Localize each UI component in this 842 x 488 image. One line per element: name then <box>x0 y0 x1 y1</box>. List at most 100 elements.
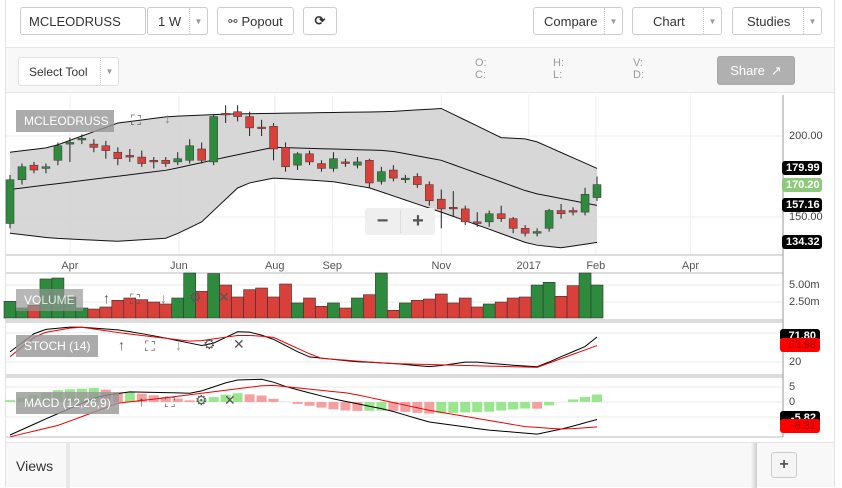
macd-histogram-bar <box>592 395 602 402</box>
arrow-down-icon[interactable]: ↓ <box>160 290 167 306</box>
maximize-icon[interactable]: ⛶ <box>145 338 155 355</box>
macd-pane-label: MACD (12,26,9) <box>16 392 119 414</box>
candle-body <box>210 117 218 162</box>
middle-band-tag: 157.16 <box>782 198 822 212</box>
volume-bar <box>351 298 363 318</box>
zoom-out-button[interactable]: − <box>365 210 400 233</box>
arrow-up-icon[interactable]: ↑ <box>103 290 110 306</box>
candle-body <box>246 117 254 128</box>
volume-bar <box>387 310 399 318</box>
add-view-button[interactable]: + <box>771 452 797 478</box>
maximize-icon[interactable]: ⛶ <box>131 112 141 129</box>
candle-body <box>557 211 565 214</box>
macd-histogram-bar <box>328 402 338 409</box>
arrow-up-icon[interactable]: ↑ <box>118 337 125 353</box>
candle-body <box>545 211 553 229</box>
close-icon[interactable]: ✕ <box>218 289 230 306</box>
x-axis-label: Nov <box>431 260 451 272</box>
zoom-in-button[interactable]: + <box>400 210 435 233</box>
main-pane-label: MCLEODRUSS <box>16 110 114 132</box>
candle-body <box>521 228 529 233</box>
macd-histogram-bar <box>185 400 195 402</box>
candle-body <box>389 170 397 178</box>
volume-bar <box>495 302 507 318</box>
candle-body <box>413 177 421 185</box>
candle-body <box>198 149 206 160</box>
views-divider <box>751 443 757 488</box>
volume-bar <box>112 300 124 318</box>
macd-tick: 0 <box>789 396 795 408</box>
candle-body <box>78 138 86 140</box>
volume-pane-label: VOLUME <box>16 289 83 311</box>
macd-histogram-bar <box>520 402 530 409</box>
macd-tick: 5 <box>789 381 795 393</box>
candle-body <box>569 211 577 213</box>
candle-body <box>329 159 337 169</box>
close-icon[interactable]: ✕ <box>224 392 236 409</box>
volume-bar <box>531 285 543 318</box>
views-label[interactable]: Views <box>16 458 53 474</box>
macd-histogram-bar <box>544 402 554 405</box>
candle-body <box>30 165 38 170</box>
candle-body <box>401 178 409 180</box>
price-tick: 200.00 <box>789 130 823 142</box>
volume-bar <box>459 298 471 318</box>
volume-bar <box>292 303 304 318</box>
volume-bar <box>411 300 423 318</box>
candle-body <box>485 214 493 222</box>
volume-bar <box>447 303 459 318</box>
macd-histogram-bar <box>293 402 303 404</box>
volume-bar <box>88 309 100 318</box>
signal-tag: -8.31 <box>780 419 820 433</box>
macd-histogram-bar <box>460 402 470 413</box>
volume-bar <box>268 297 280 318</box>
candle-body <box>270 126 278 149</box>
x-axis-label: Feb <box>586 260 605 272</box>
candle-body <box>66 142 74 144</box>
macd-histogram-bar <box>5 400 15 402</box>
arrow-down-icon[interactable]: ↓ <box>164 110 171 126</box>
maximize-icon[interactable]: ⛶ <box>130 291 140 308</box>
candle-body <box>353 162 361 165</box>
macd-histogram-bar <box>245 394 255 402</box>
last-price-tag: 170.20 <box>782 178 822 192</box>
volume-bar <box>339 308 351 318</box>
candle-body <box>174 159 182 162</box>
candle-body <box>186 146 194 161</box>
macd-histogram-bar <box>269 399 279 402</box>
x-axis-label: Sep <box>322 260 342 272</box>
volume-bar <box>244 290 256 318</box>
macd-histogram-bar <box>580 397 590 402</box>
x-axis-label: Aug <box>265 260 285 272</box>
macd-histogram-bar <box>400 402 410 412</box>
price-tick: 150.00 <box>789 211 823 223</box>
gear-icon[interactable]: ⚙ <box>189 289 202 306</box>
volume-bar <box>435 294 447 318</box>
volume-bar <box>304 298 316 318</box>
candle-body <box>126 155 134 157</box>
candle-body <box>18 167 26 180</box>
volume-bar <box>423 299 435 318</box>
candle-body <box>365 160 373 183</box>
volume-bar <box>591 285 603 318</box>
close-icon[interactable]: ✕ <box>233 336 245 353</box>
candle-body <box>581 194 589 212</box>
gear-icon[interactable]: ⚙ <box>203 336 216 353</box>
arrow-up-icon[interactable]: ↑ <box>138 393 145 409</box>
candle-body <box>258 127 266 129</box>
macd-histogram-bar <box>305 402 315 406</box>
candle-body <box>497 214 505 219</box>
candle-body <box>234 112 242 117</box>
gear-icon[interactable]: ⚙ <box>195 392 208 409</box>
volume-tick: 5.00m <box>789 279 820 291</box>
arrow-down-icon[interactable]: ↓ <box>175 337 182 353</box>
candle-body <box>102 146 110 151</box>
macd-histogram-bar <box>209 397 219 402</box>
candle-body <box>162 160 170 163</box>
maximize-icon[interactable]: ⛶ <box>165 394 175 411</box>
stoch-tick: 20 <box>789 356 801 368</box>
chart-canvas[interactable] <box>0 0 842 487</box>
volume-bar <box>567 286 579 318</box>
macd-histogram-bar <box>484 402 494 412</box>
volume-bar <box>483 304 495 318</box>
